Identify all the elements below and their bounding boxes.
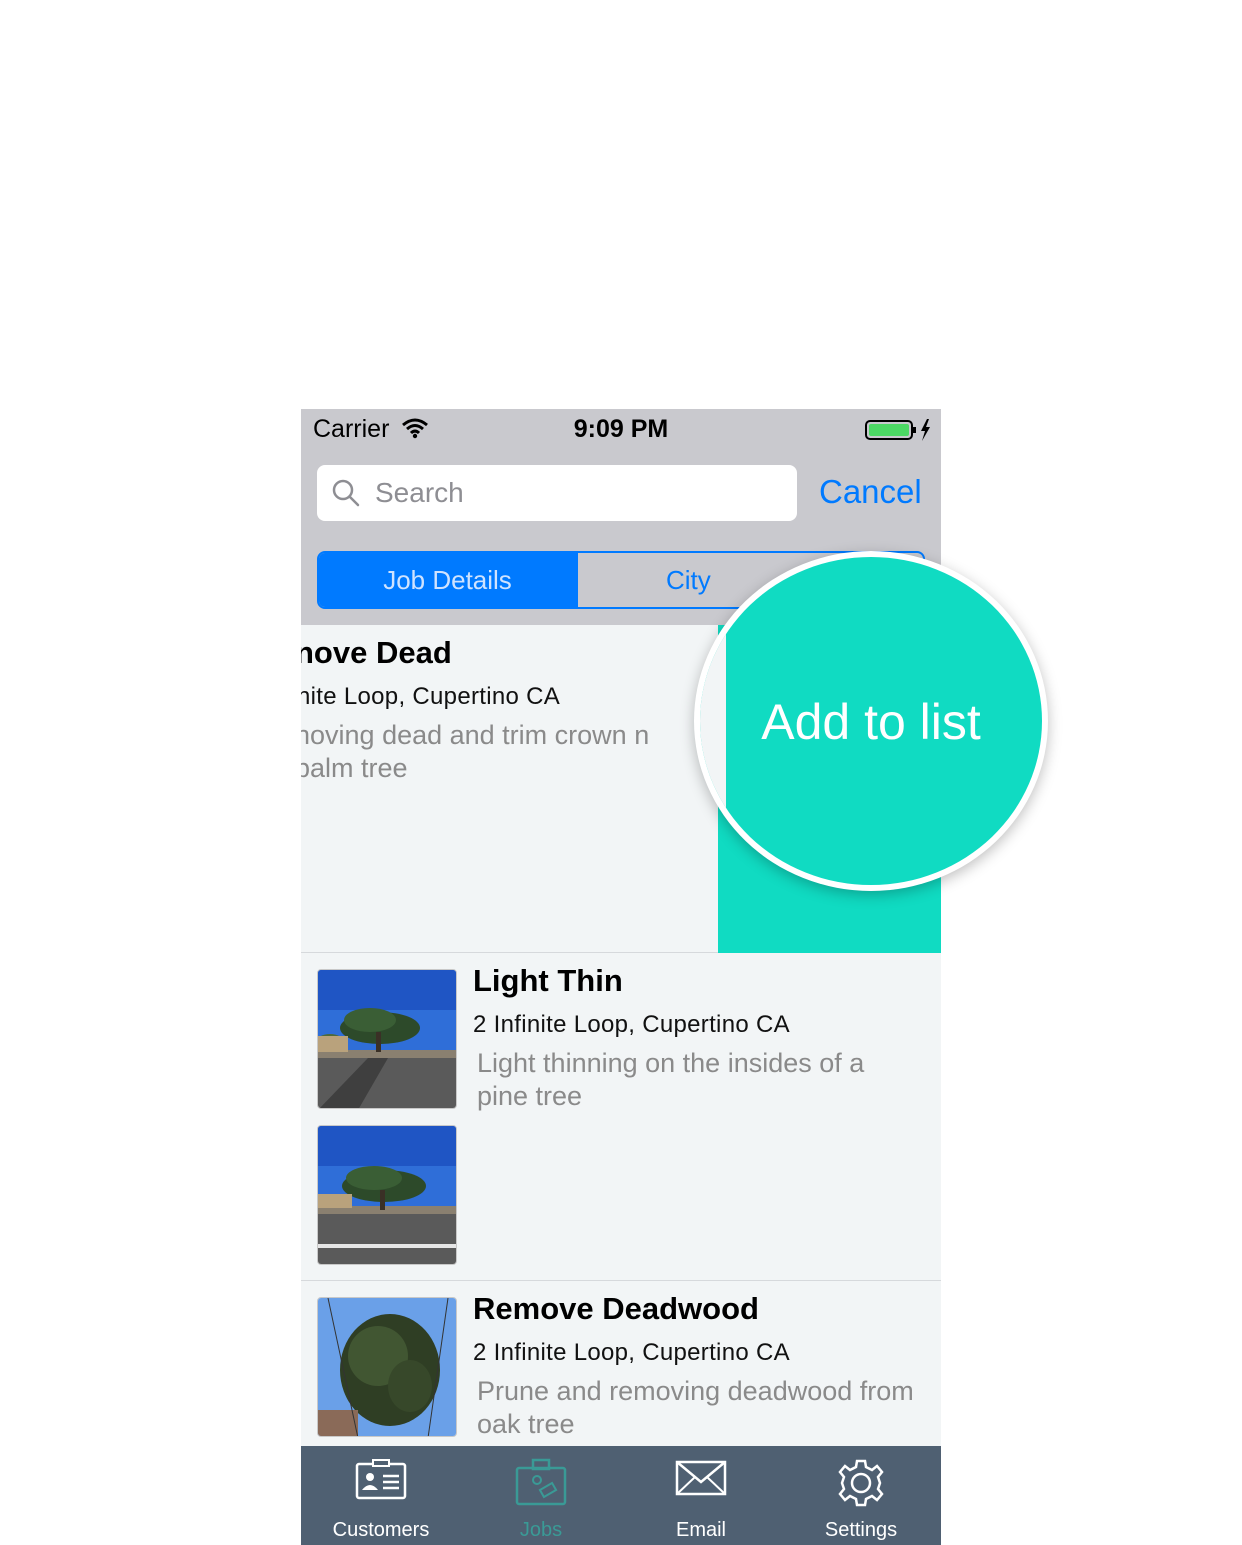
- job-photo[interactable]: [317, 1297, 457, 1437]
- tab-settings[interactable]: Settings: [781, 1446, 941, 1545]
- tab-jobs[interactable]: Jobs: [461, 1446, 621, 1545]
- magnifier-callout: Add to list: [694, 551, 1048, 891]
- tab-label: Settings: [824, 1519, 898, 1541]
- segment-job-details[interactable]: Job Details: [319, 553, 576, 607]
- job-title: nove Dead: [301, 635, 452, 670]
- contact-card-icon: [355, 1458, 407, 1507]
- job-photo[interactable]: [317, 969, 457, 1109]
- add-to-list-label: Add to list: [761, 694, 981, 750]
- job-row-content: nove Dead nite Loop, Cupertino CA noving…: [301, 625, 719, 953]
- status-bar: Carrier 9:09 PM: [301, 409, 941, 453]
- job-description: Light thinning on the insides of a pine …: [477, 1048, 865, 1111]
- job-title: Light Thin: [473, 963, 623, 998]
- tab-email[interactable]: Email: [621, 1446, 781, 1545]
- job-row[interactable]: Remove Deadwood 2 Infinite Loop, Cuperti…: [301, 1281, 941, 1451]
- search-icon: [331, 478, 361, 513]
- envelope-icon: [675, 1458, 727, 1503]
- status-time: 9:09 PM: [573, 415, 669, 443]
- job-address: 2 Infinite Loop, Cupertino CA: [473, 1011, 790, 1038]
- tab-bar: Customers Jobs Email Settings: [301, 1446, 941, 1545]
- gear-icon: [835, 1458, 887, 1513]
- job-photo[interactable]: [317, 1125, 457, 1265]
- job-description: Prune and removing deadwood from oak tre…: [477, 1376, 914, 1439]
- search-input[interactable]: Search: [317, 465, 797, 521]
- magnifier-lens[interactable]: Add to list: [700, 557, 1042, 885]
- job-row[interactable]: Light Thin 2 Infinite Loop, Cupertino CA…: [301, 953, 941, 1281]
- cancel-button[interactable]: Cancel: [819, 473, 922, 511]
- tab-label: Email: [675, 1519, 726, 1541]
- tab-label: Customers: [332, 1519, 430, 1541]
- search-placeholder: Search: [375, 477, 464, 508]
- job-address: 2 Infinite Loop, Cupertino CA: [473, 1339, 790, 1366]
- tab-customers[interactable]: Customers: [301, 1446, 461, 1545]
- job-description: noving dead and trim crown n palm tree: [301, 720, 650, 783]
- battery-icon: [865, 418, 933, 449]
- briefcase-icon: [515, 1458, 567, 1511]
- job-title: Remove Deadwood: [473, 1291, 759, 1326]
- job-address: nite Loop, Cupertino CA: [301, 683, 561, 710]
- tab-label: Jobs: [519, 1519, 563, 1541]
